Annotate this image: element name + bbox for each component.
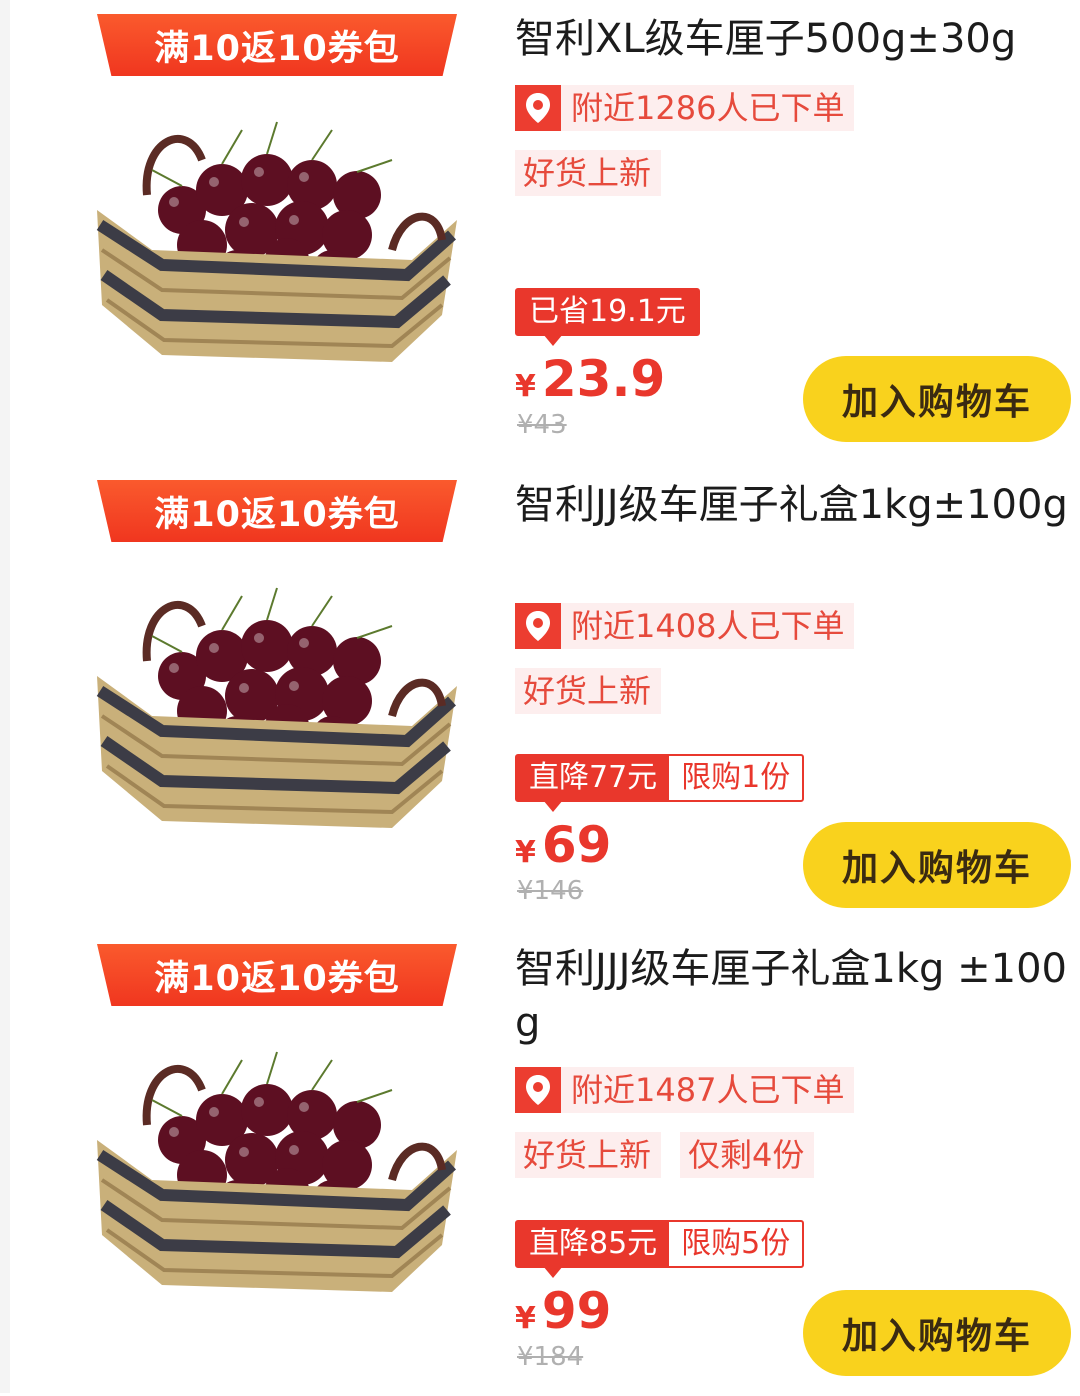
- promo-badge: 已省19.1元: [515, 288, 700, 346]
- product-card[interactable]: 满10返10券包 智利XL级车厘子500g±30g 附近1286人已下单 好货上…: [0, 0, 1080, 466]
- price-value: 23.9: [541, 350, 666, 408]
- nearby-orders-tag: 附近1487人已下单: [515, 1067, 855, 1113]
- coupon-ribbon: 满10返10券包: [97, 14, 457, 76]
- nearby-orders-tag: 附近1286人已下单: [515, 85, 855, 131]
- promo-discount: 直降85元: [517, 1222, 670, 1266]
- product-image[interactable]: [92, 566, 462, 841]
- add-to-cart-button[interactable]: 加入购物车: [803, 822, 1071, 908]
- feature-tag: 好货上新: [515, 150, 662, 196]
- original-price: ¥146: [517, 876, 584, 906]
- promo-badge: 直降77元 限购1份: [515, 754, 805, 812]
- currency-symbol: ¥: [515, 1301, 536, 1336]
- currency-symbol: ¥: [515, 835, 536, 870]
- nearby-orders-tag: 附近1408人已下单: [515, 603, 855, 649]
- promo-discount: 直降77元: [517, 756, 670, 800]
- product-card[interactable]: 满10返10券包 智利JJ级车厘子礼盒1kg±100g 附近1408人已下单 好…: [0, 466, 1080, 932]
- add-to-cart-button[interactable]: 加入购物车: [803, 1290, 1071, 1376]
- original-price: ¥43: [517, 410, 567, 440]
- feature-tag: 好货上新: [515, 1132, 662, 1178]
- product-title[interactable]: 智利JJJ级车厘子礼盒1kg ±100g: [515, 942, 1075, 1050]
- location-pin-icon: [515, 603, 561, 649]
- stock-tag: 仅剩4份: [680, 1132, 815, 1178]
- product-image[interactable]: [92, 100, 462, 375]
- nearby-orders-text: 附近1408人已下单: [571, 607, 845, 645]
- price: ¥69: [515, 816, 611, 874]
- original-price: ¥184: [517, 1342, 584, 1372]
- feature-tag: 好货上新: [515, 668, 662, 714]
- currency-symbol: ¥: [515, 369, 536, 404]
- price: ¥99: [515, 1282, 611, 1340]
- coupon-ribbon: 满10返10券包: [97, 944, 457, 1006]
- nearby-orders-text: 附近1286人已下单: [571, 89, 845, 127]
- promo-discount: 已省19.1元: [517, 290, 698, 334]
- add-to-cart-button[interactable]: 加入购物车: [803, 356, 1071, 442]
- price-value: 99: [541, 1282, 612, 1340]
- price: ¥23.9: [515, 350, 665, 408]
- nearby-orders-text: 附近1487人已下单: [571, 1071, 845, 1109]
- location-pin-icon: [515, 1067, 561, 1113]
- price-value: 69: [541, 816, 612, 874]
- product-card[interactable]: 满10返10券包 智利JJJ级车厘子礼盒1kg ±100g 附近1487人已下单…: [0, 930, 1080, 1396]
- purchase-limit: 限购5份: [681, 1226, 791, 1261]
- location-pin-icon: [515, 85, 561, 131]
- product-title[interactable]: 智利XL级车厘子500g±30g: [515, 12, 1075, 66]
- coupon-ribbon: 满10返10券包: [97, 480, 457, 542]
- product-title[interactable]: 智利JJ级车厘子礼盒1kg±100g: [515, 478, 1075, 532]
- product-image[interactable]: [92, 1030, 462, 1305]
- purchase-limit: 限购1份: [681, 760, 791, 795]
- promo-badge: 直降85元 限购5份: [515, 1220, 805, 1278]
